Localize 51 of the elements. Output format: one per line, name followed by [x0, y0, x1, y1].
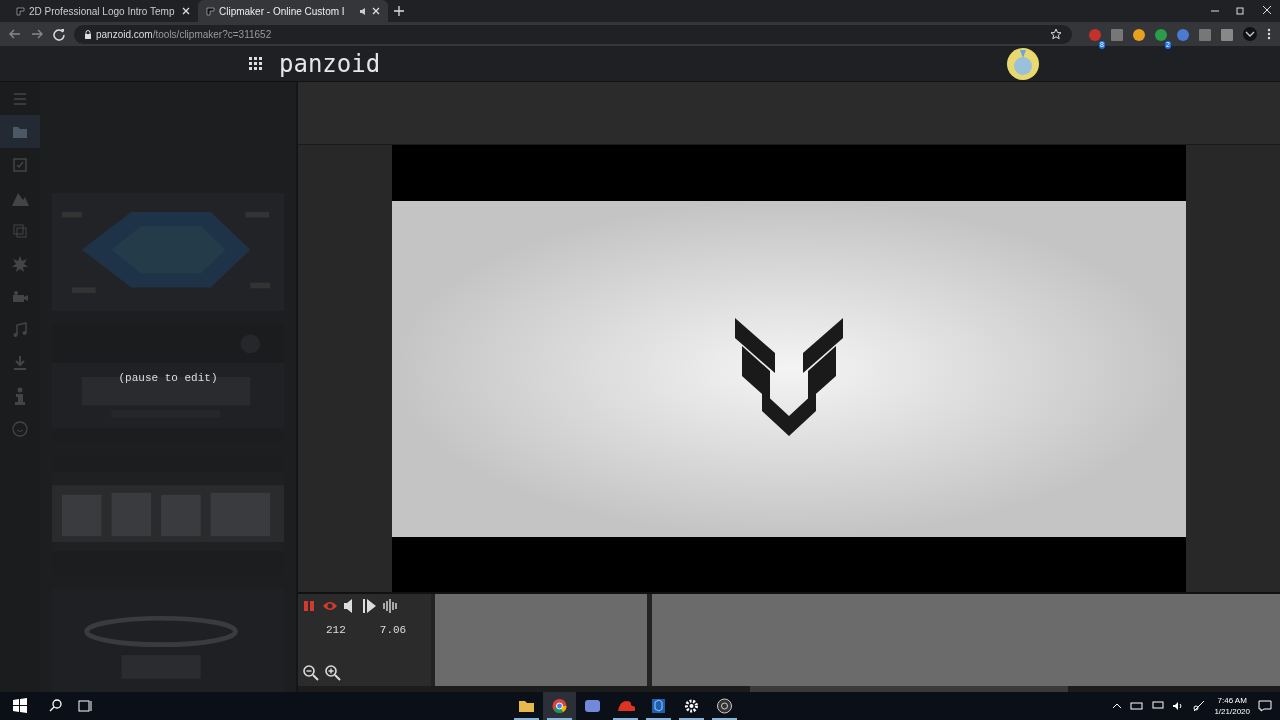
taskbar-app[interactable] — [543, 692, 576, 720]
pen-icon[interactable] — [1192, 700, 1207, 712]
zoom-in-icon[interactable] — [324, 664, 342, 682]
forward-icon[interactable] — [30, 27, 44, 41]
notification-icon[interactable] — [1258, 700, 1272, 712]
clock-date[interactable]: 1/21/2020 — [1214, 706, 1250, 717]
reload-icon[interactable] — [52, 27, 66, 41]
lock-icon — [84, 29, 92, 39]
battery-icon[interactable] — [1130, 701, 1145, 711]
browser-tab[interactable]: Clipmaker - Online Custom I — [198, 0, 388, 22]
gear-icon — [682, 698, 701, 714]
music-icon — [11, 320, 29, 339]
avatar-icon[interactable] — [1006, 46, 1040, 81]
chrome-icon — [550, 698, 569, 714]
extension-icon[interactable] — [1154, 27, 1168, 42]
extension-icon[interactable] — [1132, 27, 1146, 42]
zoom-out-icon[interactable] — [302, 664, 320, 682]
burst-icon — [11, 254, 29, 273]
checkbox-icon — [11, 155, 29, 174]
time-readout: 7.06 — [379, 623, 407, 638]
waveform-icon[interactable] — [382, 598, 398, 614]
download-icon — [11, 353, 29, 372]
folder-icon — [517, 698, 536, 714]
smiley-icon — [11, 419, 29, 438]
network-icon[interactable] — [1152, 701, 1165, 711]
shoe-icon — [616, 698, 635, 714]
extension-icon[interactable] — [1176, 27, 1190, 42]
extension-icon[interactable] — [1220, 27, 1234, 42]
chat-icon — [583, 698, 602, 714]
favicon-icon — [206, 6, 215, 16]
close-icon[interactable] — [182, 7, 190, 15]
clock-time[interactable]: 7:46 AM — [1214, 695, 1250, 706]
more-icon[interactable] — [1266, 27, 1272, 41]
star-icon[interactable] — [1050, 28, 1062, 40]
close-icon[interactable] — [372, 7, 380, 15]
chevron-icon[interactable] — [1112, 701, 1123, 711]
play-icon[interactable] — [362, 598, 378, 614]
volume-icon[interactable] — [1172, 701, 1185, 711]
profile-icon[interactable] — [1242, 26, 1258, 42]
logo-text[interactable]: panzoid — [279, 51, 381, 76]
favicon-icon — [16, 6, 25, 16]
scrollbar-thumb[interactable] — [750, 686, 1068, 692]
frame-count: 212 — [326, 623, 346, 638]
browser-tab[interactable]: 2D Professional Logo Intro Temp — [8, 0, 198, 22]
url-text: panzoid.com/tools/clipmaker?c=311652 — [96, 27, 273, 42]
extension-icon[interactable] — [1110, 27, 1124, 42]
status-text: (pause to edit) — [118, 372, 218, 384]
apps-icon[interactable] — [249, 56, 263, 71]
extension-icon[interactable] — [1198, 27, 1212, 42]
address-bar[interactable]: panzoid.com/tools/clipmaker?c=311652 — [74, 24, 1072, 44]
back-icon[interactable] — [8, 27, 22, 41]
